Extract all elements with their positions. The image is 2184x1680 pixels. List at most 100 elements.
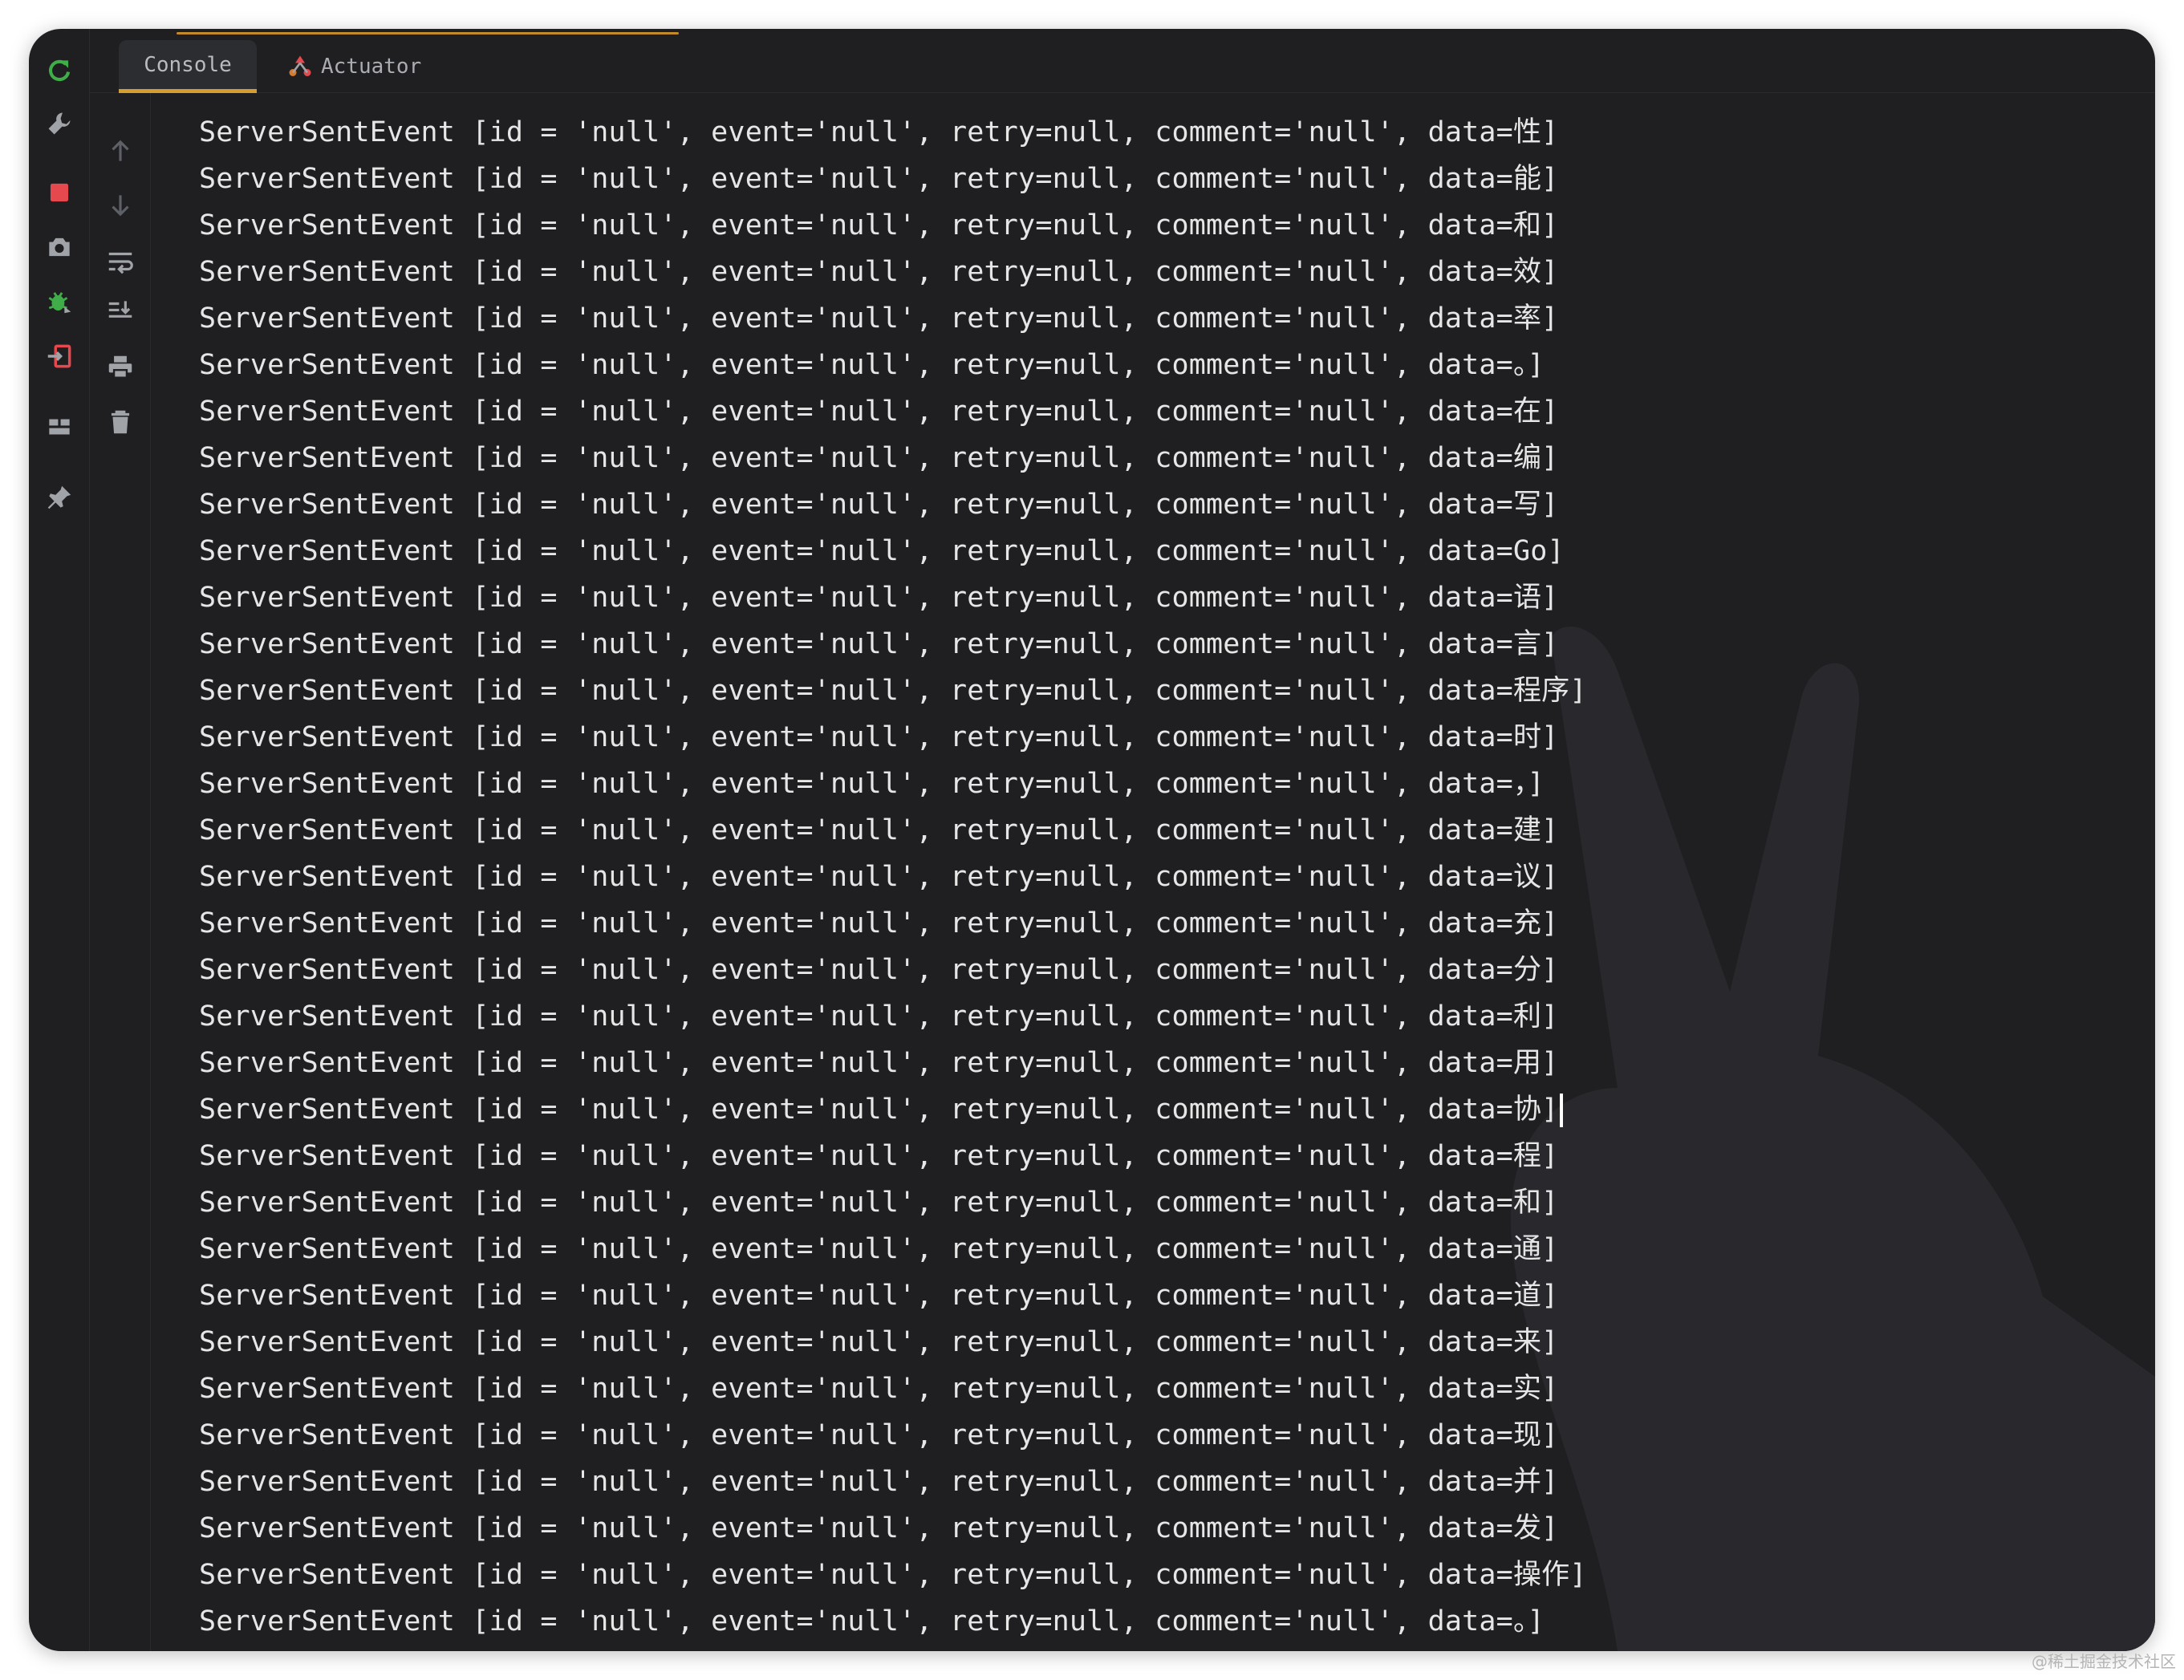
- console-line-prefix: ServerSentEvent [id = 'null', event='nul…: [199, 256, 1513, 288]
- arrow-up-icon[interactable]: [103, 133, 138, 168]
- console-line-prefix: ServerSentEvent [id = 'null', event='nul…: [199, 1605, 1513, 1637]
- console-line-suffix: ]: [1541, 628, 1559, 660]
- console-line-data: 充: [1512, 907, 1542, 939]
- console-line-suffix: ]: [1541, 1000, 1559, 1033]
- console-line-suffix: ]: [1541, 1187, 1559, 1219]
- console-line-data: 语: [1512, 582, 1542, 614]
- console-line-prefix: ServerSentEvent [id = 'null', event='nul…: [199, 535, 1513, 567]
- rerun-icon[interactable]: [42, 53, 77, 88]
- console-line-data: 道: [1512, 1280, 1542, 1312]
- console-line-suffix: ]: [1541, 954, 1559, 986]
- console-line: ServerSentEvent [id = 'null', event='nul…: [199, 1133, 2155, 1179]
- tab-bar-accent: [177, 32, 679, 34]
- console-line-data: 。: [1512, 349, 1528, 381]
- console-line: ServerSentEvent [id = 'null', event='nul…: [199, 481, 2155, 528]
- console-line: ServerSentEvent [id = 'null', event='nul…: [199, 621, 2155, 668]
- console-line-prefix: ServerSentEvent [id = 'null', event='nul…: [199, 489, 1513, 521]
- console-line: ServerSentEvent [id = 'null', event='nul…: [199, 947, 2155, 993]
- console-line-suffix: ]: [1541, 396, 1559, 428]
- console-line-suffix: ]: [1541, 1140, 1559, 1172]
- console-line-data: 。: [1512, 1605, 1528, 1637]
- console-line: ServerSentEvent [id = 'null', event='nul…: [199, 1412, 2155, 1459]
- console-line-prefix: ServerSentEvent [id = 'null', event='nul…: [199, 814, 1513, 846]
- console-line-prefix: ServerSentEvent [id = 'null', event='nul…: [199, 1466, 1513, 1498]
- console-line-prefix: ServerSentEvent [id = 'null', event='nul…: [199, 349, 1513, 381]
- layout-icon[interactable]: [42, 409, 77, 444]
- console-line-suffix: ]: [1541, 582, 1559, 614]
- console-line-data: ，: [1512, 768, 1528, 800]
- console-line-data: 分: [1512, 954, 1542, 986]
- trash-icon[interactable]: [103, 404, 138, 440]
- console-line: ServerSentEvent [id = 'null', event='nul…: [199, 1552, 2155, 1598]
- console-line-data: 和: [1512, 1187, 1542, 1219]
- console-line-suffix: ]: [1541, 1419, 1559, 1451]
- stop-icon[interactable]: [42, 175, 77, 210]
- console-line-suffix: ]: [1541, 1233, 1559, 1265]
- console-line: ServerSentEvent [id = 'null', event='nul…: [199, 1459, 2155, 1505]
- console-line: ServerSentEvent [id = 'null', event='nul…: [199, 761, 2155, 807]
- console-line: ServerSentEvent [id = 'null', event='nul…: [199, 993, 2155, 1040]
- console-line-prefix: ServerSentEvent [id = 'null', event='nul…: [199, 1187, 1513, 1219]
- console-line: ServerSentEvent [id = 'null', event='nul…: [199, 574, 2155, 621]
- console-line-prefix: ServerSentEvent [id = 'null', event='nul…: [199, 302, 1513, 335]
- print-icon[interactable]: [103, 350, 138, 385]
- console-line-suffix: ]: [1541, 116, 1559, 148]
- console-line: ServerSentEvent [id = 'null', event='nul…: [199, 1226, 2155, 1272]
- console-line-suffix: ]: [1569, 675, 1587, 707]
- console-line-suffix: ]: [1541, 1047, 1559, 1079]
- console-toolbar: [90, 93, 151, 1651]
- console-line-prefix: ServerSentEvent [id = 'null', event='nul…: [199, 1373, 1513, 1405]
- soft-wrap-icon[interactable]: [103, 244, 138, 279]
- wrench-icon[interactable]: [42, 106, 77, 141]
- console-line-data: 发: [1512, 1512, 1542, 1544]
- console-line-suffix: ]: [1547, 535, 1565, 567]
- console-line: ServerSentEvent [id = 'null', event='nul…: [199, 668, 2155, 714]
- console-line: ServerSentEvent [id = 'null', event='nul…: [199, 1179, 2155, 1226]
- console-line: ServerSentEvent [id = 'null', event='nul…: [199, 1366, 2155, 1412]
- console-line: ServerSentEvent [id = 'null', event='nul…: [199, 1505, 2155, 1552]
- tab-actuator[interactable]: Actuator: [281, 40, 421, 93]
- console-line-suffix: ]: [1541, 1466, 1559, 1498]
- pin-icon[interactable]: [42, 480, 77, 515]
- run-tool-window: Console Actuator ServerSentEvent [id = '…: [29, 29, 2155, 1651]
- console-line: ServerSentEvent [id = 'null', event='nul…: [199, 1272, 2155, 1319]
- tab-console[interactable]: Console: [119, 40, 257, 93]
- console-line-suffix: ]: [1541, 1094, 1559, 1126]
- tab-actuator-label: Actuator: [321, 55, 422, 79]
- console-line-data: 编: [1512, 442, 1542, 474]
- console-line: ServerSentEvent [id = 'null', event='nul…: [199, 1086, 2155, 1133]
- arrow-down-icon[interactable]: [103, 188, 138, 223]
- console-line: ServerSentEvent [id = 'null', event='nul…: [199, 156, 2155, 202]
- console-line-prefix: ServerSentEvent [id = 'null', event='nul…: [199, 1280, 1513, 1312]
- console-line-prefix: ServerSentEvent [id = 'null', event='nul…: [199, 1140, 1513, 1172]
- console-line: ServerSentEvent [id = 'null', event='nul…: [199, 714, 2155, 761]
- console-line: ServerSentEvent [id = 'null', event='nul…: [199, 1319, 2155, 1366]
- tab-console-label: Console: [144, 52, 232, 77]
- tab-bar: Console Actuator: [90, 29, 2155, 93]
- console-line-prefix: ServerSentEvent [id = 'null', event='nul…: [199, 1047, 1513, 1079]
- console-line-data: 现: [1512, 1419, 1542, 1451]
- console-line-prefix: ServerSentEvent [id = 'null', event='nul…: [199, 1233, 1513, 1265]
- console-line-data: 言: [1512, 628, 1542, 660]
- console-line-suffix: ]: [1541, 163, 1559, 195]
- console-line-prefix: ServerSentEvent [id = 'null', event='nul…: [199, 907, 1513, 939]
- console-line-prefix: ServerSentEvent [id = 'null', event='nul…: [199, 1419, 1513, 1451]
- console-line-prefix: ServerSentEvent [id = 'null', event='nul…: [199, 582, 1513, 614]
- console-line: ServerSentEvent [id = 'null', event='nul…: [199, 202, 2155, 249]
- console-line-data: 时: [1512, 721, 1542, 753]
- console-output[interactable]: ServerSentEvent [id = 'null', event='nul…: [151, 93, 2155, 1651]
- debug-bug-icon[interactable]: [42, 284, 77, 319]
- console-line-prefix: ServerSentEvent [id = 'null', event='nul…: [199, 721, 1513, 753]
- console-line: ServerSentEvent [id = 'null', event='nul…: [199, 388, 2155, 435]
- console-line-prefix: ServerSentEvent [id = 'null', event='nul…: [199, 861, 1513, 893]
- console-line-data: 效: [1512, 256, 1542, 288]
- scroll-to-end-icon[interactable]: [103, 294, 138, 329]
- camera-icon[interactable]: [42, 229, 77, 265]
- console-line-prefix: ServerSentEvent [id = 'null', event='nul…: [199, 1094, 1513, 1126]
- console-line-data: 建: [1512, 814, 1542, 846]
- console-line-data: 并: [1512, 1466, 1542, 1498]
- console-line: ServerSentEvent [id = 'null', event='nul…: [199, 807, 2155, 854]
- exit-icon[interactable]: [42, 339, 77, 374]
- console-line-suffix: ]: [1541, 489, 1559, 521]
- console-line: ServerSentEvent [id = 'null', event='nul…: [199, 900, 2155, 947]
